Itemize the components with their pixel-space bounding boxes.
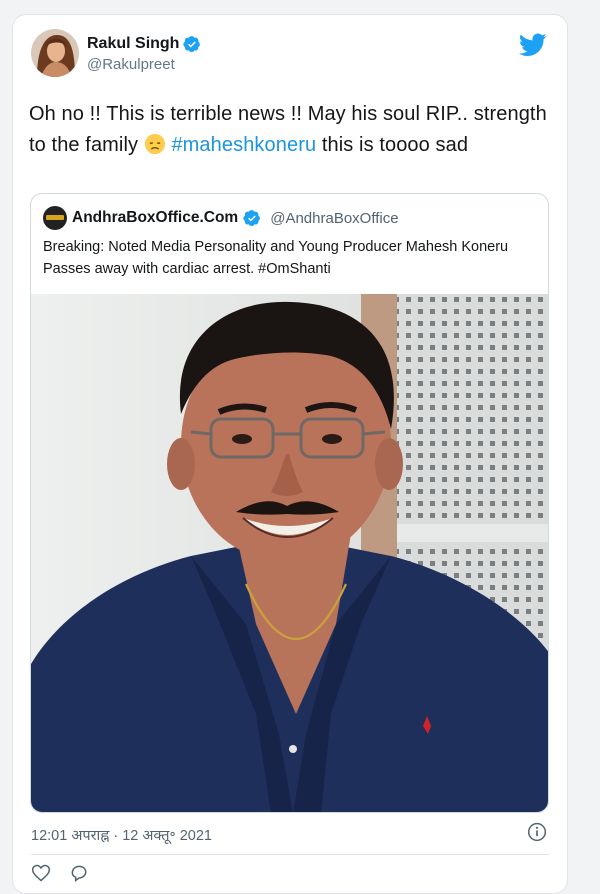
twitter-bird-icon[interactable] — [519, 33, 547, 57]
quoted-author-avatar[interactable] — [43, 206, 67, 230]
reply-icon[interactable] — [69, 863, 89, 883]
tweet-text-after: this is toooo sad — [316, 134, 469, 156]
divider — [31, 854, 549, 855]
quoted-author-handle[interactable]: @AndhraBoxOffice — [270, 210, 398, 227]
hashtag-link[interactable]: #maheshkoneru — [171, 134, 316, 156]
disappointed-face-icon — [144, 133, 165, 155]
tweet-header: Rakul Singh @Rakulpreet — [31, 29, 549, 89]
tweet-body: Oh no !! This is terrible news !! May hi… — [29, 99, 549, 161]
quoted-tweet-photo[interactable] — [31, 294, 549, 813]
author-avatar[interactable] — [31, 29, 79, 77]
author-name-block: Rakul Singh @Rakulpreet — [87, 35, 201, 73]
info-icon[interactable] — [527, 822, 547, 842]
verified-badge-icon — [183, 36, 201, 53]
tweet-timestamp[interactable]: 12:01 अपराह्न · 12 अक्तू॰ 2021 — [31, 825, 212, 845]
author-handle[interactable]: @Rakulpreet — [87, 56, 201, 73]
quoted-author-name[interactable]: AndhraBoxOffice.Com — [72, 209, 238, 227]
quoted-tweet[interactable]: AndhraBoxOffice.Com @AndhraBoxOffice Bre… — [30, 193, 549, 813]
quoted-tweet-text: Breaking: Noted Media Personality and Yo… — [43, 239, 509, 277]
verified-badge-icon — [243, 210, 261, 227]
tweet-card: Rakul Singh @Rakulpreet Oh no !! This is… — [12, 14, 568, 894]
heart-icon[interactable] — [31, 863, 51, 883]
tweet-actions — [31, 863, 89, 883]
author-display-name[interactable]: Rakul Singh — [87, 35, 179, 53]
quoted-tweet-header: AndhraBoxOffice.Com @AndhraBoxOffice — [43, 206, 399, 230]
